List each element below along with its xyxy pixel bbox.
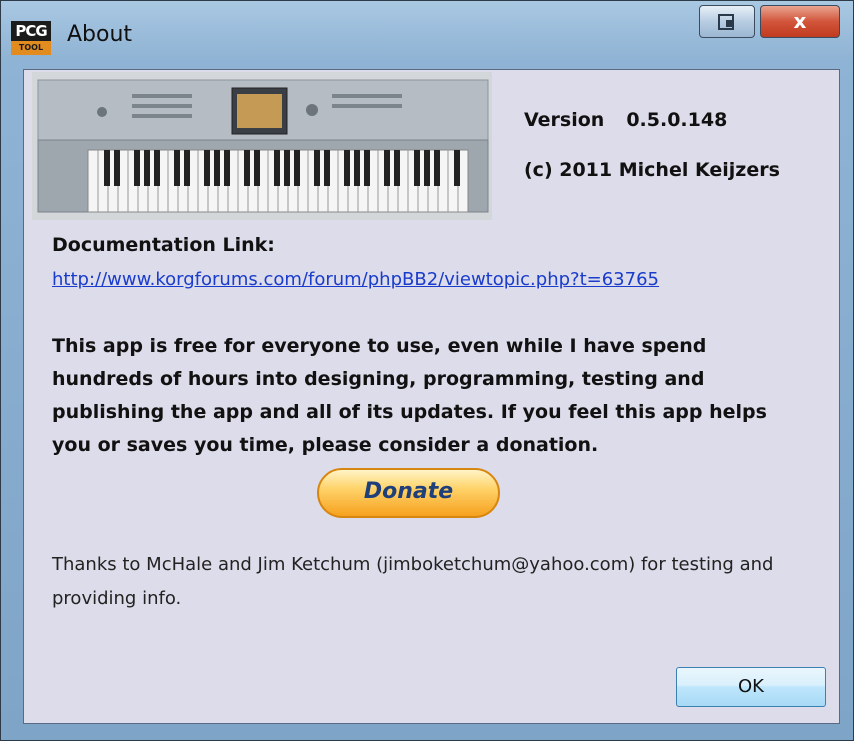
restore-icon (718, 14, 734, 30)
documentation-label: Documentation Link: (52, 234, 275, 256)
close-button[interactable]: x (760, 5, 840, 38)
documentation-link[interactable]: http://www.korgforums.com/forum/phpBB2/v… (52, 269, 659, 290)
keyboard-synthesizer-image (32, 72, 492, 220)
app-icon: PCG TOOL (11, 21, 51, 55)
title-bar[interactable]: PCG TOOL About x (1, 1, 853, 69)
ok-button[interactable]: OK (676, 667, 826, 707)
restore-button[interactable] (699, 5, 755, 38)
window-title: About (67, 22, 133, 47)
donate-button[interactable]: Donate (317, 468, 500, 518)
version-value: 0.5.0.148 (626, 109, 728, 131)
app-icon-bottom-text: TOOL (11, 41, 51, 55)
dialog-content: Version 0.5.0.148 (c) 2011 Michel Keijzer… (23, 69, 840, 724)
about-window: PCG TOOL About x Version 0.5.0.148 (c) 2… (0, 0, 854, 741)
version-label: Version (524, 109, 605, 131)
thanks-text: Thanks to McHale and Jim Ketchum (jimbok… (52, 554, 774, 609)
app-icon-top-text: PCG (11, 21, 51, 41)
version-line: Version 0.5.0.148 (524, 109, 727, 131)
close-icon: x (793, 9, 807, 33)
donation-notice: This app is free for everyone to use, ev… (52, 335, 767, 456)
copyright-text: (c) 2011 Michel Keijzers (524, 159, 780, 181)
